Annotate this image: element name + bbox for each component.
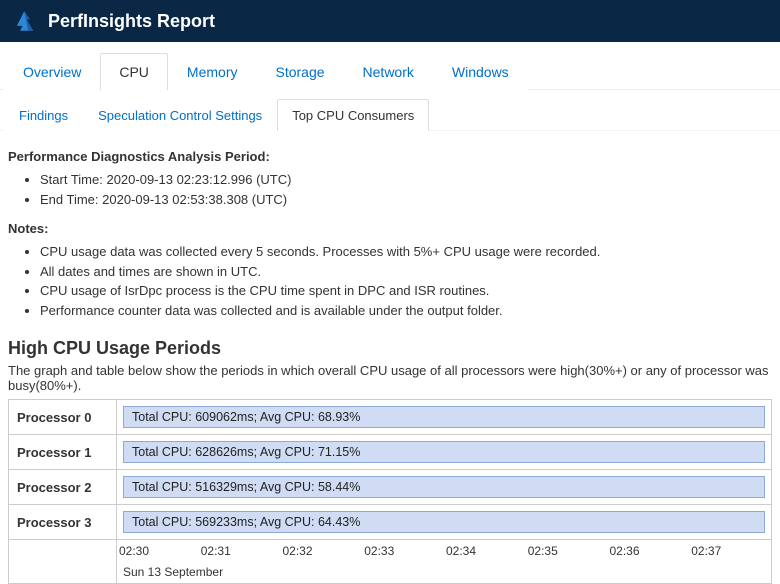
tab-windows[interactable]: Windows bbox=[433, 53, 528, 90]
time-axis: 02:30 02:31 02:32 02:33 02:34 02:35 02:3… bbox=[117, 540, 772, 584]
azure-logo-icon bbox=[12, 8, 38, 34]
processor-bar-cell: Total CPU: 516329ms; Avg CPU: 58.44% bbox=[117, 470, 772, 505]
subtab-speculation[interactable]: Speculation Control Settings bbox=[83, 99, 277, 131]
table-row: Processor 2 Total CPU: 516329ms; Avg CPU… bbox=[9, 470, 772, 505]
note-item: CPU usage data was collected every 5 sec… bbox=[40, 242, 772, 262]
processor-label: Processor 2 bbox=[9, 470, 117, 505]
axis-empty-cell bbox=[9, 540, 117, 584]
processor-label: Processor 1 bbox=[9, 435, 117, 470]
cpu-usage-table: Processor 0 Total CPU: 609062ms; Avg CPU… bbox=[8, 399, 772, 584]
time-tick: 02:30 bbox=[117, 544, 199, 558]
table-row: Processor 0 Total CPU: 609062ms; Avg CPU… bbox=[9, 400, 772, 435]
app-header: PerfInsights Report bbox=[0, 0, 780, 42]
tab-storage[interactable]: Storage bbox=[256, 53, 343, 90]
tab-network[interactable]: Network bbox=[344, 53, 433, 90]
analysis-period-list: Start Time: 2020-09-13 02:23:12.996 (UTC… bbox=[8, 170, 772, 209]
cpu-usage-bar[interactable]: Total CPU: 516329ms; Avg CPU: 58.44% bbox=[123, 476, 765, 498]
cpu-usage-bar[interactable]: Total CPU: 628626ms; Avg CPU: 71.15% bbox=[123, 441, 765, 463]
table-row: Processor 3 Total CPU: 569233ms; Avg CPU… bbox=[9, 505, 772, 540]
processor-bar-cell: Total CPU: 609062ms; Avg CPU: 68.93% bbox=[117, 400, 772, 435]
time-tick: 02:32 bbox=[281, 544, 363, 558]
table-row: Processor 1 Total CPU: 628626ms; Avg CPU… bbox=[9, 435, 772, 470]
processor-bar-cell: Total CPU: 569233ms; Avg CPU: 64.43% bbox=[117, 505, 772, 540]
analysis-start-time: Start Time: 2020-09-13 02:23:12.996 (UTC… bbox=[40, 170, 772, 190]
axis-date-label: Sun 13 September bbox=[123, 565, 223, 579]
analysis-period-heading: Performance Diagnostics Analysis Period: bbox=[8, 149, 772, 164]
subtab-findings[interactable]: Findings bbox=[4, 99, 83, 131]
cpu-usage-bar[interactable]: Total CPU: 609062ms; Avg CPU: 68.93% bbox=[123, 406, 765, 428]
analysis-end-time: End Time: 2020-09-13 02:53:38.308 (UTC) bbox=[40, 190, 772, 210]
cpu-usage-bar[interactable]: Total CPU: 569233ms; Avg CPU: 64.43% bbox=[123, 511, 765, 533]
time-tick: 02:33 bbox=[362, 544, 444, 558]
subtab-top-cpu[interactable]: Top CPU Consumers bbox=[277, 99, 429, 131]
processor-label: Processor 3 bbox=[9, 505, 117, 540]
high-cpu-heading: High CPU Usage Periods bbox=[8, 338, 772, 359]
time-tick: 02:37 bbox=[689, 544, 771, 558]
main-tabs: Overview CPU Memory Storage Network Wind… bbox=[0, 42, 780, 90]
time-tick: 02:31 bbox=[199, 544, 281, 558]
notes-list: CPU usage data was collected every 5 sec… bbox=[8, 242, 772, 320]
time-axis-row: 02:30 02:31 02:32 02:33 02:34 02:35 02:3… bbox=[9, 540, 772, 584]
note-item: All dates and times are shown in UTC. bbox=[40, 262, 772, 282]
app-title: PerfInsights Report bbox=[48, 11, 215, 32]
note-item: CPU usage of IsrDpc process is the CPU t… bbox=[40, 281, 772, 301]
tab-overview[interactable]: Overview bbox=[4, 53, 100, 90]
tab-cpu[interactable]: CPU bbox=[100, 53, 168, 90]
note-item: Performance counter data was collected a… bbox=[40, 301, 772, 321]
processor-label: Processor 0 bbox=[9, 400, 117, 435]
processor-bar-cell: Total CPU: 628626ms; Avg CPU: 71.15% bbox=[117, 435, 772, 470]
content-area: Performance Diagnostics Analysis Period:… bbox=[0, 131, 780, 584]
time-tick: 02:34 bbox=[444, 544, 526, 558]
high-cpu-desc: The graph and table below show the perio… bbox=[8, 363, 772, 393]
time-tick: 02:36 bbox=[608, 544, 690, 558]
notes-heading: Notes: bbox=[8, 221, 772, 236]
time-ticks: 02:30 02:31 02:32 02:33 02:34 02:35 02:3… bbox=[117, 544, 771, 558]
sub-tabs: Findings Speculation Control Settings To… bbox=[0, 90, 780, 131]
tab-memory[interactable]: Memory bbox=[168, 53, 257, 90]
time-tick: 02:35 bbox=[526, 544, 608, 558]
